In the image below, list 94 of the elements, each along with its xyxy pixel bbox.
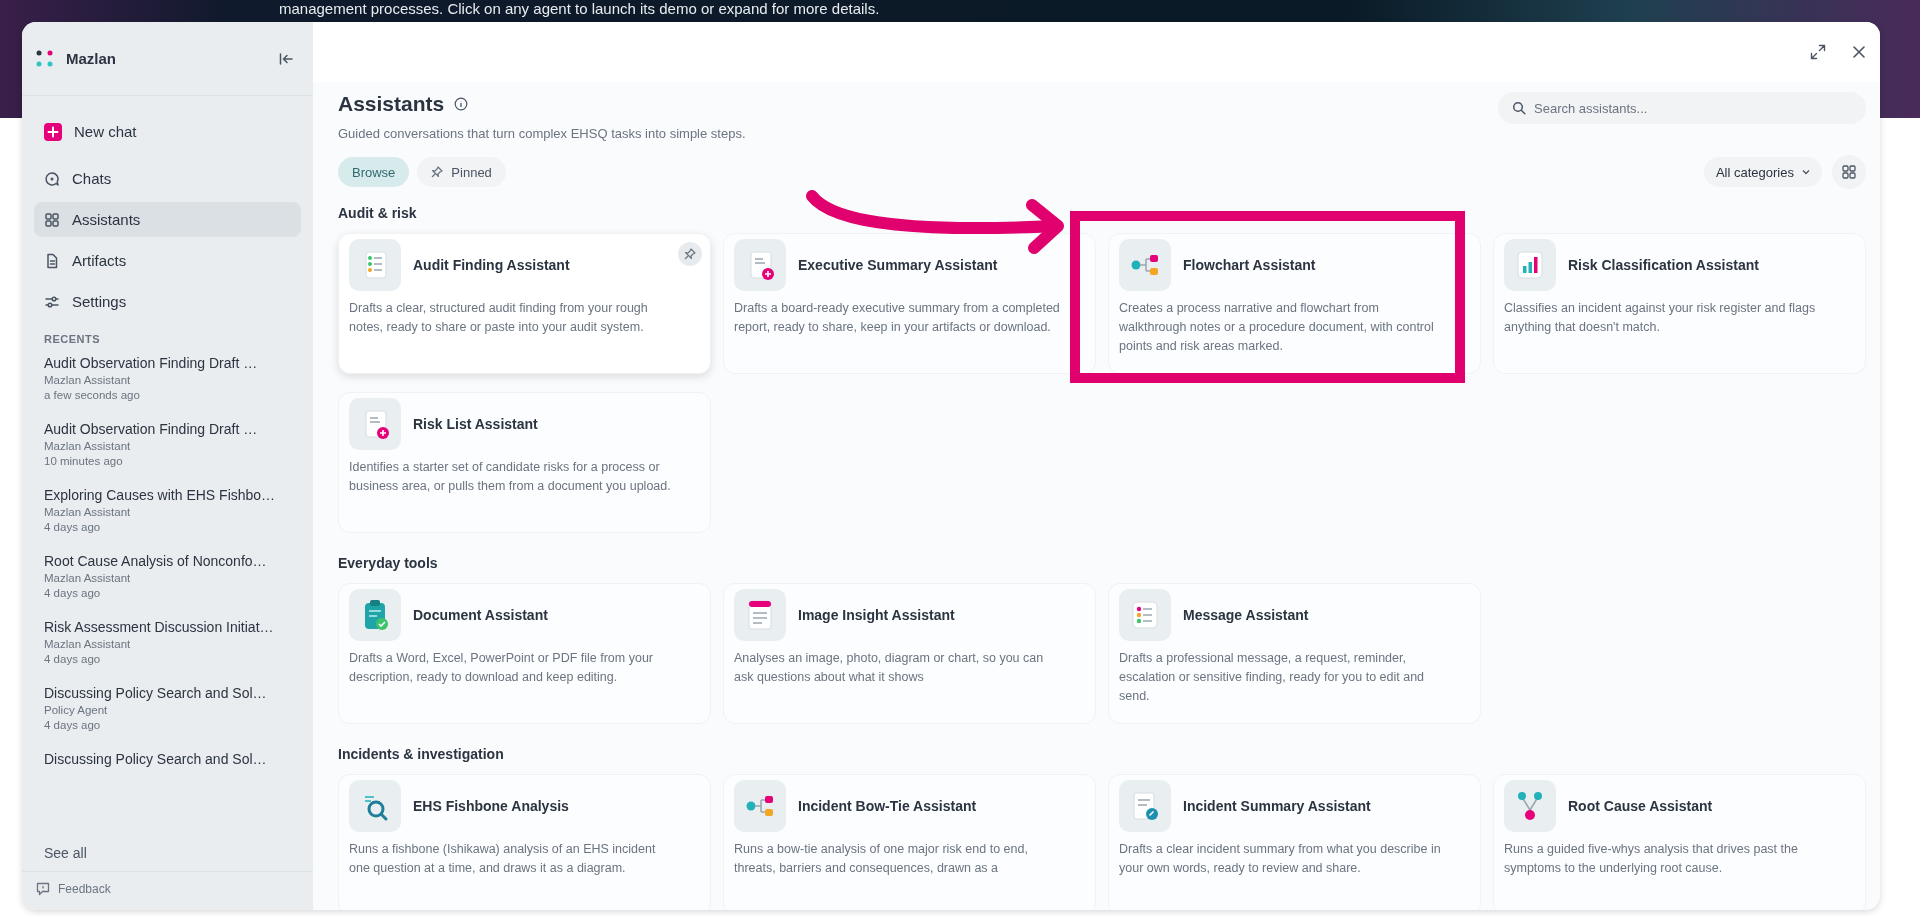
collapse-sidebar-button[interactable] (279, 52, 293, 65)
assistant-card[interactable]: Executive Summary Assistant Drafts a board-ready executive summary from a completed report, ready to share, keep in your artifacts or download. (723, 233, 1096, 374)
nav-item[interactable]: Settings (34, 284, 301, 319)
assistant-card[interactable]: Message Assistant Drafts a professional message, a request, reminder, escalation or sensitive finding, ready for you to edit and send. (1108, 583, 1481, 724)
card-description: Analyses an image, photo, diagram or chart, so you can ask questions about what it shows (734, 650, 1045, 686)
nav-item[interactable]: Artifacts (34, 243, 301, 278)
grid-icon (44, 211, 60, 228)
expand-button[interactable] (1810, 44, 1826, 60)
brand-name: Mazlan (66, 50, 116, 67)
timestamp: 4 days ago (44, 653, 102, 665)
nav-item[interactable]: Assistants (34, 202, 301, 237)
assistant-card[interactable]: Risk Classification Assistant Classifies an incident against your risk register and flags anything that doesn't match. (1493, 233, 1866, 374)
card-title: Executive Summary Assistant (798, 257, 998, 273)
assistant-card[interactable]: Root Cause Assistant Runs a guided five-whys analysis that drives past the symptoms to the underlying root cause. (1493, 774, 1866, 910)
card-description: Drafts a board-ready executive summary from a completed report, ready to share, keep in your artifacts or download. (734, 300, 1061, 336)
search-field[interactable]: Search assistants... (1498, 92, 1866, 124)
chevron-down-icon (1802, 169, 1810, 175)
logo-icon (36, 49, 54, 68)
agent-name: Policy Agent (44, 704, 109, 716)
recent-chat-link[interactable]: Root Cause Analysis of Nonconfo… (44, 553, 291, 569)
plus-icon (44, 122, 62, 141)
recent-chat-link[interactable]: Discussing Policy Search and Sol… (44, 685, 291, 701)
info-icon (454, 97, 469, 111)
assistant-card[interactable]: Flowchart Assistant Creates a process narrative and flowchart from walkthrough notes or a procedure document, with control points and risk areas marked. (1108, 233, 1481, 374)
pin-button[interactable] (678, 242, 702, 266)
card-title: Root Cause Assistant (1568, 798, 1713, 814)
feedback-button[interactable]: Feedback (36, 882, 111, 896)
card-description: Runs a fishbone (Ishikawa) analysis of an EHS incident one question at a time, and draws it as a diagram. (349, 841, 657, 877)
card-title: Risk List Assistant (413, 416, 538, 432)
card-description: Classifies an incident against your risk register and flags anything that doesn't match. (1504, 300, 1817, 336)
pin-icon (431, 166, 444, 178)
card-title: Image Insight Assistant (798, 607, 955, 623)
pin-icon (684, 248, 696, 260)
feedback-icon (36, 882, 50, 896)
search-icon (1512, 101, 1526, 115)
recent-chat-link[interactable]: Audit Observation Finding Draft … (44, 421, 291, 437)
card-title: Message Assistant (1183, 607, 1309, 623)
assistant-card[interactable]: Incident Bow-Tie Assistant Runs a bow-tie analysis of one major risk end to end, threats, barriers and consequences, drawn as a (723, 774, 1096, 910)
tab[interactable]: Browse (338, 157, 410, 187)
page-subtitle: Guided conversations that turn complex EHSQ tasks into simple steps. (338, 126, 746, 141)
assistant-card[interactable]: Document Assistant Drafts a Word, Excel, PowerPoint or PDF file from your description, ready to download and keep editing. (338, 583, 711, 724)
recent-chat-link[interactable]: Discussing Policy Search and Sol… (44, 751, 291, 767)
card-description: Drafts a clear incident summary from what you describe in your own words, ready to review and share. (1119, 841, 1442, 877)
agent-name: Mazlan Assistant (44, 506, 132, 518)
chat-icon (44, 170, 60, 187)
card-title: Document Assistant (413, 607, 548, 623)
recent-chat-link[interactable]: Exploring Causes with EHS Fishbo… (44, 487, 291, 503)
section-heading: Incidents & investigation (338, 746, 505, 762)
card-description: Identifies a starter set of candidate risks for a process or business area, or pulls them from a document you upload. (349, 459, 672, 495)
section-heading: Everyday tools (338, 555, 439, 571)
recent-chat-link[interactable]: Audit Observation Finding Draft … (44, 355, 291, 371)
grid-view-button[interactable] (1832, 155, 1866, 189)
assistant-card[interactable]: Audit Finding Assistant Drafts a clear, structured audit finding from your rough notes, ready to share or paste into your audit system. (338, 233, 711, 374)
card-title: Flowchart Assistant (1183, 257, 1316, 273)
card-title: Audit Finding Assistant (413, 257, 570, 273)
card-description: Creates a process narrative and flowchart from walkthrough notes or a procedure document, with control points and risk areas marked. (1119, 300, 1435, 355)
timestamp: 10 minutes ago (44, 455, 124, 467)
card-description: Drafts a clear, structured audit finding from your rough notes, ready to share or paste into your audit system. (349, 300, 649, 336)
card-description: Runs a guided five-whys analysis that drives past the symptoms to the underlying root cause. (1504, 841, 1799, 877)
card-description: Runs a bow-tie analysis of one major risk end to end, threats, barriers and consequences, drawn as a (734, 841, 1029, 877)
agent-name: Mazlan Assistant (44, 572, 132, 584)
nav-item[interactable]: Chats (34, 161, 301, 196)
agent-name: Mazlan Assistant (44, 638, 132, 650)
card-title: Incident Bow-Tie Assistant (798, 798, 977, 814)
recent-chat-link[interactable]: Risk Assessment Discussion Initiat… (44, 619, 291, 635)
timestamp: a few seconds ago (44, 389, 141, 401)
timestamp: 4 days ago (44, 587, 102, 599)
card-title: EHS Fishbone Analysis (413, 798, 569, 814)
card-description: Drafts a professional message, a request, reminder, escalation or sensitive finding, ready for you to edit and send. (1119, 650, 1426, 705)
expand-icon (1810, 44, 1826, 60)
agent-name: Mazlan Assistant (44, 374, 132, 386)
grid-icon (1842, 165, 1856, 179)
close-button[interactable] (1852, 45, 1866, 59)
timestamp: 4 days ago (44, 719, 102, 731)
see-all-link[interactable]: See all (22, 839, 313, 871)
assistant-card[interactable]: EHS Fishbone Analysis Runs a fishbone (Ishikawa) analysis of an EHS incident one question at a time, and draws it as a diagram. (338, 774, 711, 910)
section-heading: Audit & risk (338, 205, 418, 221)
close-icon (1852, 45, 1866, 59)
assistant-card[interactable]: Image Insight Assistant Analyses an image, photo, diagram or chart, so you can ask questions about what it shows (723, 583, 1096, 724)
card-title: Risk Classification Assistant (1568, 257, 1759, 273)
assistant-card[interactable]: Incident Summary Assistant Drafts a clear incident summary from what you describe in your own words, ready to review and share. (1108, 774, 1481, 910)
category-dropdown[interactable]: All categories (1703, 157, 1822, 187)
document-icon (44, 252, 60, 269)
timestamp: 4 days ago (44, 521, 102, 533)
assistant-card[interactable]: Risk List Assistant Identifies a starter set of candidate risks for a process or business area, or pulls them from a document you upload. (338, 392, 711, 533)
banner-text: management processes. Click on any agent to launch its demo or expand for more details. (278, 0, 881, 18)
new-chat-button[interactable]: New chat (34, 114, 301, 149)
collapse-icon (279, 52, 293, 65)
agent-name: Mazlan Assistant (44, 440, 132, 452)
card-description: Drafts a Word, Excel, PowerPoint or PDF file from your description, ready to download and keep editing. (349, 650, 655, 686)
section-heading: RECENTS (43, 332, 102, 347)
card-title: Incident Summary Assistant (1183, 798, 1371, 814)
page-title: Assistants (338, 92, 445, 116)
tab[interactable]: Pinned (417, 157, 506, 187)
